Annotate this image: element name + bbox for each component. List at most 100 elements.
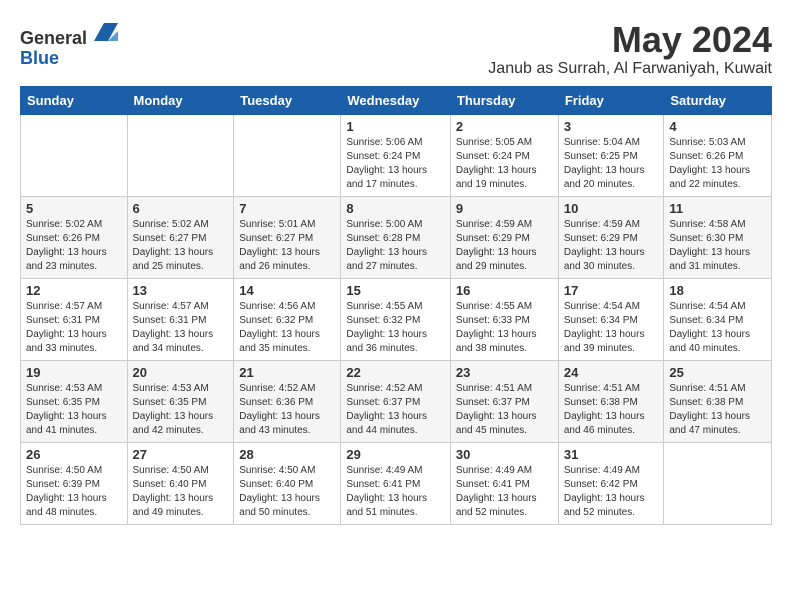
day-number: 6 <box>133 201 229 216</box>
day-info: Sunrise: 5:01 AM Sunset: 6:27 PM Dayligh… <box>239 218 335 274</box>
day-info: Sunrise: 4:58 AM Sunset: 6:30 PM Dayligh… <box>669 218 766 274</box>
day-info: Sunrise: 5:02 AM Sunset: 6:27 PM Dayligh… <box>133 218 229 274</box>
day-number: 4 <box>669 119 766 134</box>
logo: General Blue <box>20 20 118 69</box>
calendar-body: 1Sunrise: 5:06 AM Sunset: 6:24 PM Daylig… <box>21 114 772 524</box>
calendar-week-row: 12 Sunrise: 4:57 AM Sunset: 6:31 PM Dayli… <box>21 278 772 360</box>
day-info: Sunrise: 4:51 AM Sunset: 6:38 PM Dayligh… <box>564 382 659 438</box>
day-info: Sunrise: 4:52 AM Sunset: 6:36 PM Dayligh… <box>239 382 335 438</box>
weekday-header-cell: Friday <box>558 86 664 114</box>
calendar-day-cell: 10 Sunrise: 4:59 AM Sunset: 6:29 PM Dayli… <box>558 196 664 278</box>
calendar-day-cell <box>21 114 128 196</box>
weekday-header-cell: Tuesday <box>234 86 341 114</box>
logo-icon <box>94 20 118 44</box>
calendar-day-cell: 5Sunrise: 5:02 AM Sunset: 6:26 PM Daylig… <box>21 196 128 278</box>
day-info: Sunrise: 4:55 AM Sunset: 6:32 PM Dayligh… <box>346 300 445 356</box>
calendar-day-cell: 7 Sunrise: 5:01 AM Sunset: 6:27 PM Daylig… <box>234 196 341 278</box>
calendar-day-cell <box>127 114 234 196</box>
calendar-week-row: 26Sunrise: 4:50 AM Sunset: 6:39 PM Dayli… <box>21 442 772 524</box>
day-number: 7 <box>239 201 335 216</box>
title-section: May 2024 Janub as Surrah, Al Farwaniyah,… <box>488 20 772 78</box>
day-info: Sunrise: 4:50 AM Sunset: 6:40 PM Dayligh… <box>133 464 229 520</box>
weekday-header-cell: Sunday <box>21 86 128 114</box>
day-info: Sunrise: 4:51 AM Sunset: 6:38 PM Dayligh… <box>669 382 766 438</box>
day-number: 27 <box>133 447 229 462</box>
calendar-day-cell: 23 Sunrise: 4:51 AM Sunset: 6:37 PM Dayli… <box>450 360 558 442</box>
weekday-header-cell: Monday <box>127 86 234 114</box>
calendar-day-cell: 2 Sunrise: 5:05 AM Sunset: 6:24 PM Daylig… <box>450 114 558 196</box>
day-number: 31 <box>564 447 659 462</box>
day-info: Sunrise: 4:56 AM Sunset: 6:32 PM Dayligh… <box>239 300 335 356</box>
day-info: Sunrise: 4:57 AM Sunset: 6:31 PM Dayligh… <box>26 300 122 356</box>
day-number: 10 <box>564 201 659 216</box>
day-number: 18 <box>669 283 766 298</box>
calendar-day-cell: 20 Sunrise: 4:53 AM Sunset: 6:35 PM Dayli… <box>127 360 234 442</box>
calendar-day-cell: 1Sunrise: 5:06 AM Sunset: 6:24 PM Daylig… <box>341 114 451 196</box>
day-number: 21 <box>239 365 335 380</box>
day-number: 29 <box>346 447 445 462</box>
day-info: Sunrise: 4:49 AM Sunset: 6:42 PM Dayligh… <box>564 464 659 520</box>
calendar-week-row: 1Sunrise: 5:06 AM Sunset: 6:24 PM Daylig… <box>21 114 772 196</box>
location-title: Janub as Surrah, Al Farwaniyah, Kuwait <box>488 60 772 78</box>
day-info: Sunrise: 5:02 AM Sunset: 6:26 PM Dayligh… <box>26 218 122 274</box>
day-number: 8 <box>346 201 445 216</box>
day-info: Sunrise: 5:04 AM Sunset: 6:25 PM Dayligh… <box>564 136 659 192</box>
day-number: 14 <box>239 283 335 298</box>
day-number: 22 <box>346 365 445 380</box>
day-number: 16 <box>456 283 553 298</box>
day-number: 3 <box>564 119 659 134</box>
calendar-day-cell: 15Sunrise: 4:55 AM Sunset: 6:32 PM Dayli… <box>341 278 451 360</box>
day-number: 13 <box>133 283 229 298</box>
day-info: Sunrise: 4:49 AM Sunset: 6:41 PM Dayligh… <box>456 464 553 520</box>
calendar-day-cell: 29 Sunrise: 4:49 AM Sunset: 6:41 PM Dayli… <box>341 442 451 524</box>
day-info: Sunrise: 4:53 AM Sunset: 6:35 PM Dayligh… <box>133 382 229 438</box>
day-info: Sunrise: 5:00 AM Sunset: 6:28 PM Dayligh… <box>346 218 445 274</box>
calendar-day-cell: 27 Sunrise: 4:50 AM Sunset: 6:40 PM Dayli… <box>127 442 234 524</box>
calendar-day-cell: 3 Sunrise: 5:04 AM Sunset: 6:25 PM Daylig… <box>558 114 664 196</box>
day-number: 17 <box>564 283 659 298</box>
calendar-day-cell: 13Sunrise: 4:57 AM Sunset: 6:31 PM Dayli… <box>127 278 234 360</box>
month-title: May 2024 <box>488 20 772 60</box>
header: General Blue May 2024 Janub as Surrah, A… <box>20 20 772 78</box>
day-number: 25 <box>669 365 766 380</box>
day-info: Sunrise: 4:55 AM Sunset: 6:33 PM Dayligh… <box>456 300 553 356</box>
calendar-week-row: 5Sunrise: 5:02 AM Sunset: 6:26 PM Daylig… <box>21 196 772 278</box>
day-number: 26 <box>26 447 122 462</box>
day-info: Sunrise: 4:52 AM Sunset: 6:37 PM Dayligh… <box>346 382 445 438</box>
calendar-day-cell: 9Sunrise: 4:59 AM Sunset: 6:29 PM Daylig… <box>450 196 558 278</box>
weekday-header-cell: Thursday <box>450 86 558 114</box>
calendar-day-cell: 30 Sunrise: 4:49 AM Sunset: 6:41 PM Dayli… <box>450 442 558 524</box>
weekday-header-row: SundayMondayTuesdayWednesdayThursdayFrid… <box>21 86 772 114</box>
day-number: 19 <box>26 365 122 380</box>
logo-blue: Blue <box>20 48 59 68</box>
calendar-day-cell: 31 Sunrise: 4:49 AM Sunset: 6:42 PM Dayli… <box>558 442 664 524</box>
day-info: Sunrise: 4:59 AM Sunset: 6:29 PM Dayligh… <box>564 218 659 274</box>
day-info: Sunrise: 4:53 AM Sunset: 6:35 PM Dayligh… <box>26 382 122 438</box>
calendar-day-cell: 18Sunrise: 4:54 AM Sunset: 6:34 PM Dayli… <box>664 278 772 360</box>
day-number: 20 <box>133 365 229 380</box>
calendar-day-cell: 19 Sunrise: 4:53 AM Sunset: 6:35 PM Dayli… <box>21 360 128 442</box>
day-number: 1 <box>346 119 445 134</box>
calendar-day-cell: 11 Sunrise: 4:58 AM Sunset: 6:30 PM Dayli… <box>664 196 772 278</box>
calendar-day-cell: 8 Sunrise: 5:00 AM Sunset: 6:28 PM Daylig… <box>341 196 451 278</box>
calendar-table: SundayMondayTuesdayWednesdayThursdayFrid… <box>20 86 772 525</box>
calendar-day-cell: 12 Sunrise: 4:57 AM Sunset: 6:31 PM Dayli… <box>21 278 128 360</box>
calendar-day-cell: 6 Sunrise: 5:02 AM Sunset: 6:27 PM Daylig… <box>127 196 234 278</box>
day-info: Sunrise: 4:49 AM Sunset: 6:41 PM Dayligh… <box>346 464 445 520</box>
day-info: Sunrise: 4:51 AM Sunset: 6:37 PM Dayligh… <box>456 382 553 438</box>
day-number: 2 <box>456 119 553 134</box>
day-number: 30 <box>456 447 553 462</box>
day-number: 12 <box>26 283 122 298</box>
day-number: 23 <box>456 365 553 380</box>
weekday-header-cell: Wednesday <box>341 86 451 114</box>
calendar-day-cell: 25 Sunrise: 4:51 AM Sunset: 6:38 PM Dayli… <box>664 360 772 442</box>
day-info: Sunrise: 5:05 AM Sunset: 6:24 PM Dayligh… <box>456 136 553 192</box>
calendar-day-cell: 28Sunrise: 4:50 AM Sunset: 6:40 PM Dayli… <box>234 442 341 524</box>
day-number: 11 <box>669 201 766 216</box>
weekday-header-cell: Saturday <box>664 86 772 114</box>
calendar-day-cell <box>234 114 341 196</box>
calendar-day-cell: 24Sunrise: 4:51 AM Sunset: 6:38 PM Dayli… <box>558 360 664 442</box>
calendar-day-cell: 26Sunrise: 4:50 AM Sunset: 6:39 PM Dayli… <box>21 442 128 524</box>
calendar-day-cell <box>664 442 772 524</box>
day-number: 28 <box>239 447 335 462</box>
